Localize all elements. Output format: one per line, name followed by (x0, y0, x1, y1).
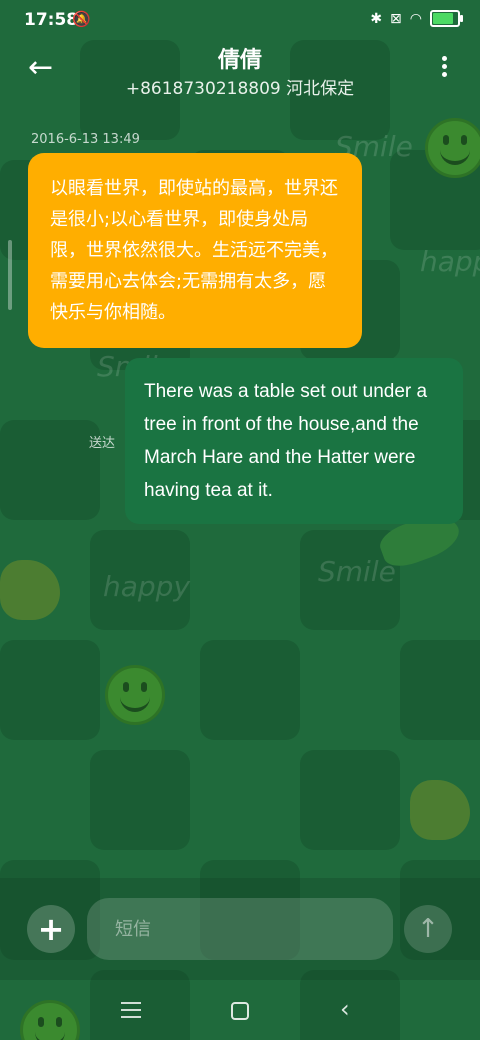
delivery-status: 送达 (89, 436, 116, 451)
home-icon[interactable] (231, 1002, 249, 1020)
sent-message-bubble[interactable]: There was a table set out under a tree i… (125, 358, 463, 524)
mute-bell-icon: 🔕 (72, 10, 91, 28)
menu-icon[interactable] (121, 1002, 141, 1018)
system-nav-bar: ‹ (0, 990, 480, 1040)
battery-charging-icon (430, 10, 463, 27)
more-vertical-icon[interactable] (440, 56, 450, 82)
arrow-up-icon[interactable]: ↑ (404, 905, 452, 953)
status-icons: ✱ ⊠ ◠ (370, 10, 463, 27)
wifi-icon: ◠ (409, 10, 422, 27)
back-icon[interactable]: ‹ (340, 995, 350, 1023)
message-timestamp: 2016-6-13 13:49 (31, 132, 140, 147)
status-bar: 17:58 🔕 ✱ ⊠ ◠ (0, 0, 480, 40)
bluetooth-icon: ✱ (370, 10, 383, 27)
conversation-header: ← 倩倩 +8618730218809 河北保定 (0, 40, 480, 104)
plus-icon[interactable]: + (27, 905, 75, 953)
sms-input[interactable] (87, 898, 393, 960)
status-time: 17:58 (24, 10, 79, 30)
received-message-bubble[interactable]: 以眼看世界，即使站的最高，世界还是很小;以心看世界，即使身处局限，世界依然很大。… (28, 153, 362, 348)
contact-detail: +8618730218809 河北保定 (125, 79, 355, 99)
no-sim-icon: ⊠ (390, 10, 402, 27)
contact-name: 倩倩 (217, 48, 262, 73)
scrollbar[interactable] (8, 240, 12, 310)
